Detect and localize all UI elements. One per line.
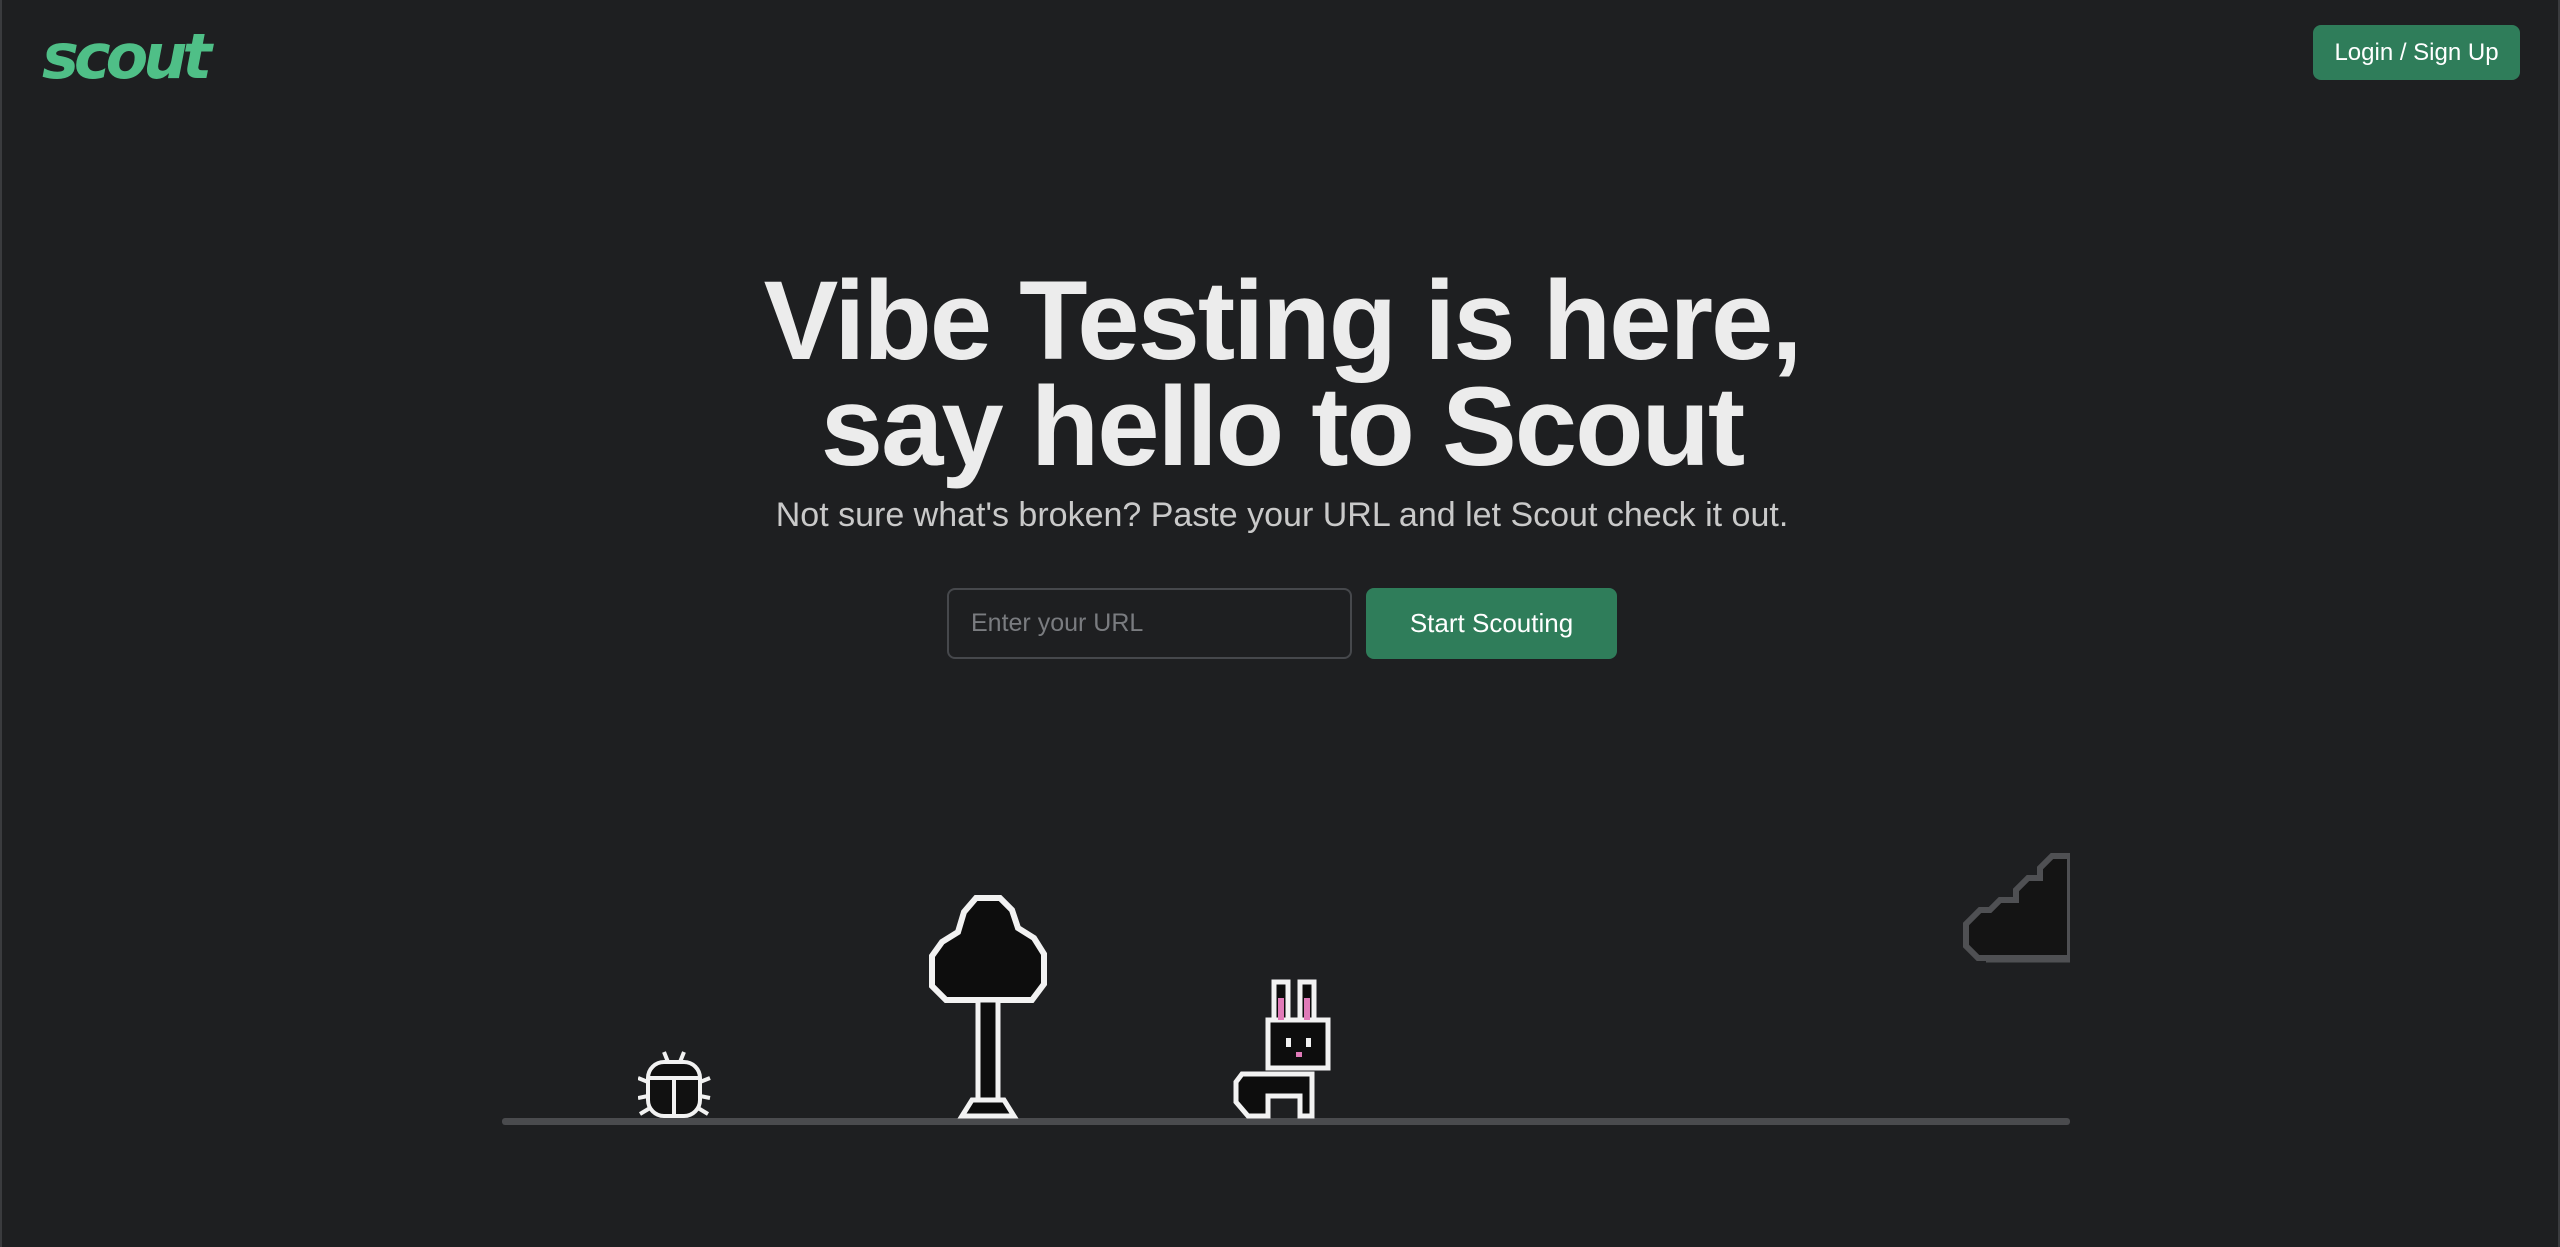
url-input[interactable] — [947, 588, 1352, 659]
tree-sprite — [929, 895, 1047, 1119]
headline-line-1: Vibe Testing is here, — [763, 258, 1803, 383]
login-signup-button[interactable]: Login / Sign Up — [2313, 25, 2520, 80]
bunny-sprite — [1233, 979, 1331, 1119]
scout-logo[interactable]: scout — [42, 26, 212, 88]
hero-section: Vibe Testing is here, say hello to Scout… — [2, 258, 2560, 535]
start-scouting-button[interactable]: Start Scouting — [1366, 588, 1617, 659]
headline-line-2: say hello to Scout — [820, 364, 1745, 489]
url-form: Start Scouting — [947, 588, 1617, 659]
hero-headline: Vibe Testing is here, say hello to Scout — [2, 258, 2560, 489]
cloud-sprite — [1963, 853, 2070, 963]
page: scout Login / Sign Up Vibe Testing is he… — [0, 0, 2560, 1247]
beetle-sprite — [638, 1051, 711, 1118]
ground-line — [502, 1118, 2070, 1125]
hero-subtitle: Not sure what's broken? Paste your URL a… — [775, 496, 1789, 534]
